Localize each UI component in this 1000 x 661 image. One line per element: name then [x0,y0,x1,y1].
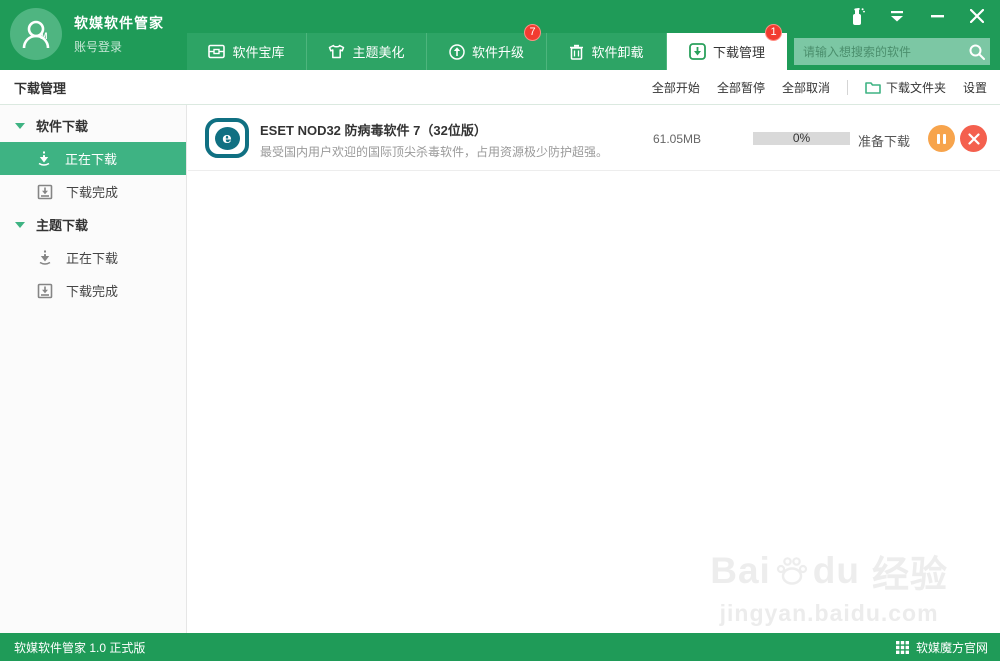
sidebar-group-software-download[interactable]: 软件下载 [0,109,186,142]
progress-bar: 0% [753,132,850,145]
watermark-text: du [812,550,860,591]
page-title: 下载管理 [14,80,67,96]
tab-download-manager[interactable]: 下载管理 1 [667,24,787,70]
search-box [794,38,990,65]
cancel-all-button[interactable]: 全部取消 [782,79,830,96]
downloading-icon [39,250,51,265]
close-icon[interactable] [968,7,986,25]
sidebar-item-label: 下载完成 [66,185,119,200]
sidebar-group-label: 主题下载 [36,218,89,233]
baidu-watermark: Bai du 经验 jingyan.baidu.com [710,544,948,627]
tab-label: 下载管理 [712,45,765,60]
download-status: 准备下载 [858,134,911,149]
upgrade-count-badge: 7 [524,24,541,41]
svg-text:M: M [40,31,48,41]
download-item-description: 最受国内用户欢迎的国际顶尖杀毒软件，占用资源极少防护超强。 [260,145,609,159]
version-label: 软媒软件管家 1.0 正式版 [14,640,146,655]
progress-percent: 0% [792,131,811,145]
spray-bottle-icon[interactable] [848,7,866,25]
sidebar-group-label: 软件下载 [36,119,89,134]
sidebar-item-software-completed[interactable]: 下载完成 [0,175,186,208]
person-icon: M [22,20,50,49]
search-input[interactable] [794,38,964,65]
main-tabs: 软件宝库 主题美化 软件升级 7 软件卸载 下载管理 1 [187,24,787,70]
collapse-triangle-icon [15,122,25,129]
pause-button[interactable] [928,125,955,152]
tshirt-icon [329,44,345,59]
content-area: 软件下载 正在下载 下载完成 主题下载 正在下载 下载完成 e ESET NOD… [0,105,1000,633]
tab-theme-beautify[interactable]: 主题美化 [307,33,427,70]
sidebar-item-theme-completed[interactable]: 下载完成 [0,274,186,307]
pause-icon [943,133,946,144]
tab-software-upgrade[interactable]: 软件升级 7 [427,24,547,70]
app-window: M 软媒软件管家 账号登录 软件宝库 主题美化 软件升级 7 软件卸载 下载管理… [0,0,1000,661]
window-controls [848,7,986,25]
download-count-badge: 1 [765,24,782,41]
sidebar-item-label: 正在下载 [66,251,119,266]
toolbar: 下载管理 全部开始 全部暂停 全部取消 下载文件夹 设置 [0,70,1000,105]
header: M 软媒软件管家 账号登录 软件宝库 主题美化 软件升级 7 软件卸载 下载管理… [0,0,1000,70]
eset-logo-icon: e [205,118,249,158]
upgrade-arrow-icon [449,43,465,60]
download-folder-label: 下载文件夹 [885,80,946,95]
account-login-link[interactable]: 账号登录 [74,38,122,55]
start-all-button[interactable]: 全部开始 [652,79,700,96]
grid-icon [895,640,909,654]
download-folder-button[interactable]: 下载文件夹 [865,79,946,96]
toolbar-actions: 全部开始 全部暂停 全部取消 下载文件夹 设置 [652,79,987,96]
download-box-icon [689,43,706,60]
sidebar-item-label: 下载完成 [66,284,119,299]
download-item-size: 61.05MB [653,132,702,146]
settings-button[interactable]: 设置 [963,79,987,96]
watermark-url: jingyan.baidu.com [719,600,939,626]
download-complete-icon [37,184,53,199]
downloading-icon [38,151,50,166]
download-complete-icon [37,283,53,298]
dropdown-icon[interactable] [888,7,906,25]
cancel-button[interactable] [960,125,987,152]
tab-label: 软件宝库 [232,45,285,60]
paw-icon [776,557,807,585]
download-row: e ESET NOD32 防病毒软件 7（32位版） 最受国内用户欢迎的国际顶尖… [188,105,1000,171]
download-list: e ESET NOD32 防病毒软件 7（32位版） 最受国内用户欢迎的国际顶尖… [188,105,1000,633]
folder-icon [865,81,881,94]
eset-logo-letter: e [214,126,240,150]
tab-label: 软件升级 [471,45,524,60]
watermark-text: 经验 [872,554,948,595]
trash-icon [570,44,584,60]
official-site-link[interactable]: 软媒魔方官网 [895,639,988,656]
collapse-triangle-icon [15,221,25,228]
sidebar-group-theme-download[interactable]: 主题下载 [0,208,186,241]
watermark-brand: Bai du 经验 [710,544,948,598]
app-title: 软媒软件管家 [74,15,164,31]
avatar[interactable]: M [10,8,62,60]
pause-icon [937,133,940,144]
sidebar: 软件下载 正在下载 下载完成 主题下载 正在下载 下载完成 [0,105,187,633]
sidebar-item-label: 正在下载 [65,152,118,167]
official-site-label: 软媒魔方官网 [915,640,988,655]
download-item-name: ESET NOD32 防病毒软件 7（32位版） [260,123,487,138]
sidebar-item-software-downloading[interactable]: 正在下载 [0,142,186,175]
tab-software-uninstall[interactable]: 软件卸载 [547,33,667,70]
x-icon [967,132,980,145]
sidebar-item-theme-downloading[interactable]: 正在下载 [0,241,186,274]
pause-all-button[interactable]: 全部暂停 [717,79,765,96]
minimize-icon[interactable] [928,7,946,25]
treasure-box-icon [208,44,226,59]
watermark-text: Bai [710,550,771,591]
tab-label: 主题美化 [352,45,405,60]
divider [846,79,848,95]
status-bar: 软媒软件管家 1.0 正式版 软媒魔方官网 [0,633,1000,661]
tab-software-library[interactable]: 软件宝库 [187,33,307,70]
tab-label: 软件卸载 [591,45,644,60]
search-icon[interactable] [964,44,990,60]
